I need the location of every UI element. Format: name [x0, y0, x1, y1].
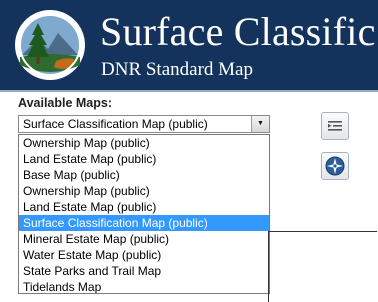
app-header: Surface Classific DNR Standard Map — [0, 0, 378, 92]
map-options-list[interactable]: Ownership Map (public) Land Estate Map (… — [18, 134, 270, 294]
dnr-seal-logo — [15, 10, 85, 80]
map-selector-panel: Available Maps: Surface Classification M… — [0, 92, 378, 302]
compass-icon — [325, 156, 345, 176]
available-maps-label: Available Maps: — [18, 96, 113, 110]
app-title: Surface Classific — [100, 9, 376, 54]
map-viewport[interactable] — [268, 231, 377, 302]
map-option[interactable]: Ownership Map (public) — [19, 183, 269, 199]
map-option[interactable]: Mineral Estate Map (public) — [19, 231, 269, 247]
map-option[interactable]: Land Estate Map (public) — [19, 199, 269, 215]
navigate-button[interactable] — [321, 152, 349, 180]
map-select[interactable]: Surface Classification Map (public) ▼ — [18, 115, 270, 133]
map-option[interactable]: Water Estate Map (public) — [19, 247, 269, 263]
app-subtitle: DNR Standard Map — [101, 59, 253, 80]
map-option-selected[interactable]: Surface Classification Map (public) — [19, 215, 269, 231]
list-indent-icon — [328, 121, 342, 131]
chevron-down-icon[interactable]: ▼ — [251, 116, 269, 132]
map-option[interactable]: Land Estate Map (public) — [19, 151, 269, 167]
map-option[interactable]: Base Map (public) — [19, 167, 269, 183]
map-option[interactable]: Ownership Map (public) — [19, 135, 269, 151]
map-option[interactable]: State Parks and Trail Map — [19, 263, 269, 279]
map-option[interactable]: Tidelands Map — [19, 279, 269, 293]
list-toggle-button[interactable] — [321, 112, 349, 140]
map-select-value: Surface Classification Map (public) — [23, 117, 208, 131]
